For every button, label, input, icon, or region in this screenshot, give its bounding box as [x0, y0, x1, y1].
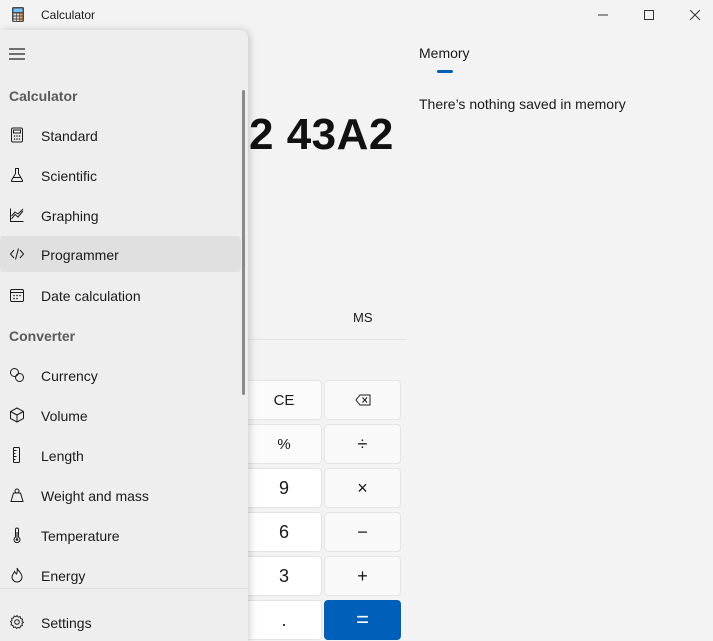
divide-button[interactable]: ÷ [324, 424, 401, 464]
nav-item-programmer[interactable]: Programmer [0, 236, 241, 272]
nav-item-volume[interactable]: Volume [0, 397, 241, 433]
add-button[interactable]: + [324, 556, 401, 596]
calculator-icon [11, 127, 23, 143]
weight-icon [10, 488, 24, 502]
maximize-button[interactable] [626, 0, 672, 30]
minimize-icon [598, 14, 608, 16]
backspace-icon [354, 394, 370, 406]
title-bar: Calculator [0, 0, 713, 30]
nav-item-label: Standard [41, 128, 98, 144]
nav-item-graphing[interactable]: Graphing [0, 197, 241, 233]
hamburger-menu-icon[interactable] [9, 47, 25, 61]
nav-item-label: Scientific [41, 168, 98, 184]
digit-6-button[interactable]: 6 [247, 512, 322, 552]
nav-item-label: Temperature [41, 528, 120, 544]
nav-item-weight-and-mass[interactable]: Weight and mass [0, 477, 241, 513]
nav-item-length[interactable]: Length [0, 437, 241, 473]
tab-selected-indicator [437, 70, 453, 73]
memory-store-button[interactable]: MS [353, 310, 373, 325]
display-value: 2 43A2 [249, 110, 394, 159]
close-icon [690, 10, 700, 20]
flame-icon [11, 567, 23, 583]
nav-item-label: Settings [41, 615, 92, 631]
digit-9-button[interactable]: 9 [247, 468, 322, 508]
nav-item-standard[interactable]: Standard [0, 117, 241, 153]
percent-button[interactable]: % [247, 424, 322, 464]
nav-item-scientific[interactable]: Scientific [0, 157, 241, 193]
multiply-button[interactable]: × [324, 468, 401, 508]
decimal-button[interactable]: . [247, 600, 322, 640]
nav-item-settings[interactable]: Settings [0, 604, 241, 640]
calendar-icon [10, 289, 24, 302]
divider [249, 339, 406, 340]
close-button[interactable] [672, 0, 713, 30]
backspace-button[interactable] [324, 380, 401, 420]
nav-header-calculator: Calculator [9, 88, 78, 104]
flask-icon [10, 168, 24, 182]
gear-icon [9, 614, 25, 630]
memory-empty-message: There’s nothing saved in memory [419, 96, 626, 112]
nav-item-label: Date calculation [41, 288, 141, 304]
digit-3-button[interactable]: 3 [247, 556, 322, 596]
nav-item-label: Weight and mass [41, 488, 149, 504]
divider [0, 588, 248, 589]
subtract-button[interactable]: − [324, 512, 401, 552]
code-icon [9, 248, 25, 260]
nav-item-date-calculation[interactable]: Date calculation [0, 277, 241, 313]
nav-item-label: Energy [41, 568, 86, 584]
nav-item-label: Graphing [41, 208, 99, 224]
clear-entry-button[interactable]: CE [247, 380, 322, 420]
nav-item-label: Length [41, 448, 84, 464]
nav-item-label: Volume [41, 408, 88, 424]
nav-item-currency[interactable]: Currency [0, 357, 241, 393]
window-title: Calculator [41, 8, 96, 22]
graph-icon [10, 208, 24, 222]
nav-scrollbar[interactable] [242, 90, 245, 395]
nav-item-label: Currency [41, 368, 98, 384]
nav-header-converter: Converter [9, 328, 76, 344]
currency-icon [10, 368, 24, 382]
calculator-app-icon [12, 7, 24, 22]
minimize-button[interactable] [580, 0, 626, 30]
navigation-pane: Calculator Standard Scientific Graphing [0, 30, 248, 641]
ruler-icon [13, 447, 20, 463]
thermometer-icon [13, 527, 21, 543]
tab-memory[interactable]: Memory [419, 45, 470, 61]
nav-item-temperature[interactable]: Temperature [0, 517, 241, 553]
maximize-icon [644, 10, 654, 20]
cube-icon [10, 407, 24, 423]
nav-item-label: Programmer [41, 247, 119, 263]
equals-button[interactable]: = [324, 600, 401, 640]
